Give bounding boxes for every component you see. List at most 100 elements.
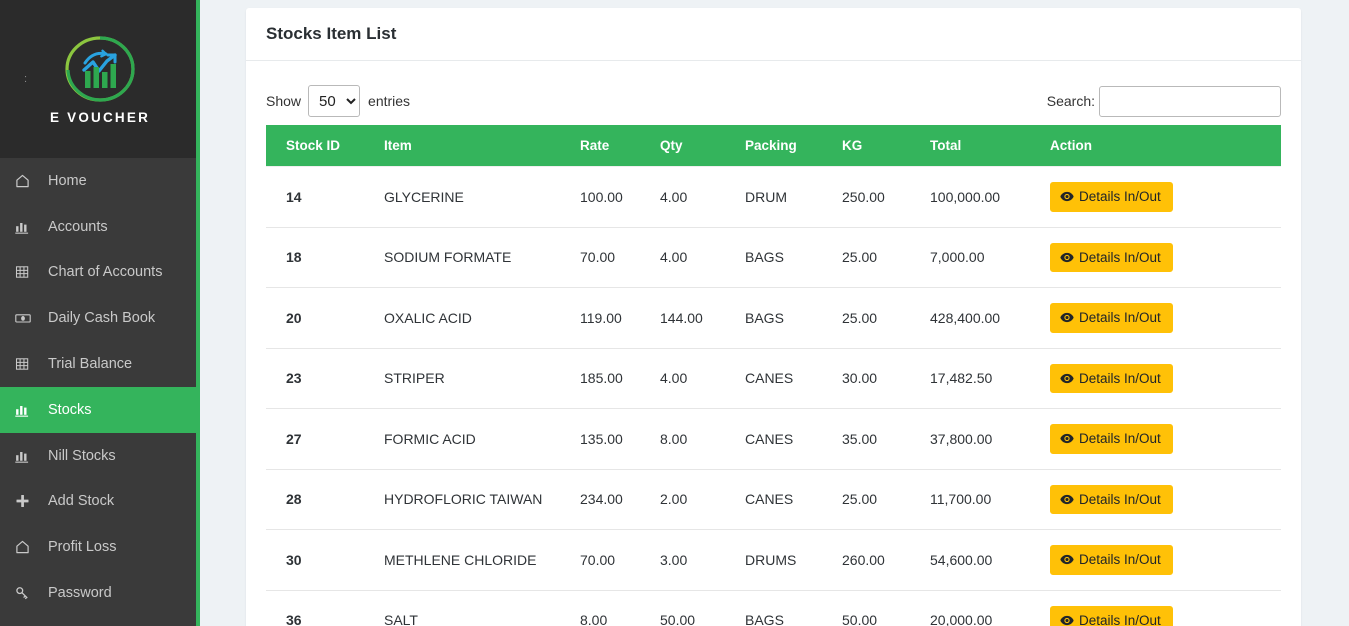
column-header-kg[interactable]: KG bbox=[842, 125, 930, 167]
eye-icon bbox=[1060, 432, 1074, 445]
cell-packing: BAGS bbox=[745, 227, 842, 288]
details-in-out-button[interactable]: Details In/Out bbox=[1050, 605, 1173, 626]
cell-packing: DRUM bbox=[745, 166, 842, 228]
cell-id: 20 bbox=[266, 287, 384, 349]
cell-action: Details In/Out bbox=[1050, 590, 1281, 626]
table-row: 27 FORMIC ACID 135.00 8.00 CANES 35.00 37,800.… bbox=[266, 408, 1281, 470]
entries-length-select[interactable]: 102550100 bbox=[308, 85, 361, 117]
details-in-out-button[interactable]: Details In/Out bbox=[1050, 242, 1173, 272]
table-row: 28 HYDROFLORIC TAIWAN 234.00 2.00 CANES 25.00… bbox=[266, 469, 1281, 530]
sidebar: : E VOUCHER Home Accounts Chart of Account… bbox=[0, 0, 200, 626]
cell-rate: 70.00 bbox=[580, 227, 660, 288]
details-in-out-label: Details In/Out bbox=[1079, 370, 1161, 386]
column-header-qty[interactable]: Qty bbox=[660, 125, 745, 167]
details-in-out-label: Details In/Out bbox=[1079, 189, 1161, 204]
cell-kg: 50.00 bbox=[842, 590, 930, 626]
cell-packing: CANES bbox=[745, 408, 842, 470]
cell-total: 11,700.00 bbox=[930, 469, 1050, 530]
cell-id: 36 bbox=[266, 590, 384, 626]
cell-qty: 2.00 bbox=[660, 469, 745, 530]
details-in-out-button[interactable]: Details In/Out bbox=[1050, 303, 1173, 333]
entries-label: entries bbox=[368, 93, 411, 109]
cell-action: Details In/Out bbox=[1050, 348, 1281, 409]
sidebar-item-daily-cash-book[interactable]: Daily Cash Book bbox=[0, 295, 200, 341]
table-body: 14 GLYCERINE 100.00 4.00 DRUM 250.00 100,000.0… bbox=[266, 166, 1281, 626]
column-header-rate[interactable]: Rate bbox=[580, 125, 660, 167]
sidebar-item-chart-of-accounts[interactable]: Chart of Accounts bbox=[0, 250, 200, 296]
search-input[interactable] bbox=[1099, 85, 1281, 117]
details-in-out-label: Details In/Out bbox=[1079, 552, 1161, 567]
cell-kg: 25.00 bbox=[842, 287, 930, 349]
search-control: Search: bbox=[1047, 85, 1281, 117]
cell-total: 17,482.50 bbox=[930, 348, 1050, 409]
sidebar-item-label: Add Stock bbox=[48, 493, 115, 510]
details-in-out-button[interactable]: Details In/Out bbox=[1050, 182, 1173, 212]
cell-packing: BAGS bbox=[745, 590, 842, 626]
cell-rate: 185.00 bbox=[580, 348, 660, 409]
column-header-total[interactable]: Total bbox=[930, 125, 1050, 167]
details-in-out-button[interactable]: Details In/Out bbox=[1050, 424, 1173, 454]
cell-total: 7,000.00 bbox=[930, 227, 1050, 288]
column-header-action[interactable]: Action bbox=[1050, 125, 1281, 167]
column-header-packing[interactable]: Packing bbox=[745, 125, 842, 167]
cell-qty: 4.00 bbox=[660, 348, 745, 409]
eye-icon bbox=[1060, 190, 1074, 203]
cell-qty: 3.00 bbox=[660, 529, 745, 591]
sidebar-item-accounts[interactable]: Accounts bbox=[0, 204, 200, 250]
table-head: Stock ID Item Rate Qty Packing KG Total Action bbox=[266, 125, 1281, 167]
cell-total: 54,600.00 bbox=[930, 529, 1050, 591]
table-row: 36 SALT 8.00 50.00 BAGS 50.00 20,000.00 Details… bbox=[266, 590, 1281, 626]
sidebar-item-label: Chart of Accounts bbox=[48, 264, 163, 281]
cell-action: Details In/Out bbox=[1050, 469, 1281, 530]
table-row: 20 OXALIC ACID 119.00 144.00 BAGS 25.00 428,40… bbox=[266, 287, 1281, 349]
cell-item: HYDROFLORIC TAIWAN bbox=[384, 469, 580, 530]
cell-qty: 144.00 bbox=[660, 287, 745, 349]
sidebar-item-stocks[interactable]: Stocks bbox=[0, 386, 200, 433]
sidebar-item-home[interactable]: Home bbox=[0, 158, 200, 204]
sidebar-item-label: Nill Stocks bbox=[48, 447, 116, 464]
cell-kg: 250.00 bbox=[842, 166, 930, 228]
cell-total: 428,400.00 bbox=[930, 287, 1050, 349]
cell-kg: 260.00 bbox=[842, 529, 930, 591]
details-in-out-label: Details In/Out bbox=[1079, 491, 1161, 507]
table-header-row: Stock ID Item Rate Qty Packing KG Total Action bbox=[266, 125, 1281, 167]
bar-chart-icon bbox=[14, 401, 38, 419]
cell-item: STRIPER bbox=[384, 348, 580, 409]
entries-length-control: Show 102550100 entries bbox=[266, 85, 410, 117]
cell-item: GLYCERINE bbox=[384, 166, 580, 228]
sidebar-item-nill-stocks[interactable]: Nill Stocks bbox=[0, 433, 200, 479]
cell-rate: 70.00 bbox=[580, 529, 660, 591]
sidebar-item-profit-loss[interactable]: Profit Loss bbox=[0, 524, 200, 570]
details-in-out-button[interactable]: Details In/Out bbox=[1050, 484, 1173, 514]
stocks-card: Stocks Item List Show 102550100 entries … bbox=[246, 8, 1301, 626]
cell-item: METHLENE CHLORIDE bbox=[384, 529, 580, 591]
bar-chart-icon bbox=[14, 447, 38, 465]
table-row: 30 METHLENE CHLORIDE 70.00 3.00 DRUMS 260.00 5… bbox=[266, 529, 1281, 591]
cell-item: SODIUM FORMATE bbox=[384, 227, 580, 288]
sidebar-item-trial-balance[interactable]: Trial Balance bbox=[0, 341, 200, 387]
brand-name: E VOUCHER bbox=[49, 110, 151, 125]
cell-action: Details In/Out bbox=[1050, 408, 1281, 470]
cell-kg: 35.00 bbox=[842, 408, 930, 470]
table-row: 18 SODIUM FORMATE 70.00 4.00 BAGS 25.00 7,000.… bbox=[266, 227, 1281, 288]
sidebar-item-label: Trial Balance bbox=[48, 356, 133, 373]
cell-action: Details In/Out bbox=[1050, 166, 1281, 228]
cell-rate: 8.00 bbox=[580, 590, 660, 626]
details-in-out-button[interactable]: Details In/Out bbox=[1050, 363, 1173, 393]
sidebar-item-label: Password bbox=[48, 585, 112, 602]
sidebar-item-add-stock[interactable]: Add Stock bbox=[0, 479, 200, 525]
details-in-out-button[interactable]: Details In/Out bbox=[1050, 545, 1173, 575]
cell-qty: 8.00 bbox=[660, 408, 745, 470]
cell-kg: 25.00 bbox=[842, 227, 930, 288]
cell-id: 18 bbox=[266, 227, 384, 288]
eye-icon bbox=[1060, 493, 1074, 506]
column-header-item[interactable]: Item bbox=[384, 125, 580, 167]
plus-icon bbox=[14, 492, 38, 510]
column-header-stock-id[interactable]: Stock ID bbox=[266, 125, 384, 167]
cell-item: FORMIC ACID bbox=[384, 408, 580, 470]
sidebar-item-password[interactable]: Password bbox=[0, 570, 200, 616]
cell-id: 30 bbox=[266, 529, 384, 591]
cell-rate: 234.00 bbox=[580, 469, 660, 530]
cell-packing: DRUMS bbox=[745, 529, 842, 591]
stocks-table: Stock ID Item Rate Qty Packing KG Total Action … bbox=[266, 125, 1281, 626]
